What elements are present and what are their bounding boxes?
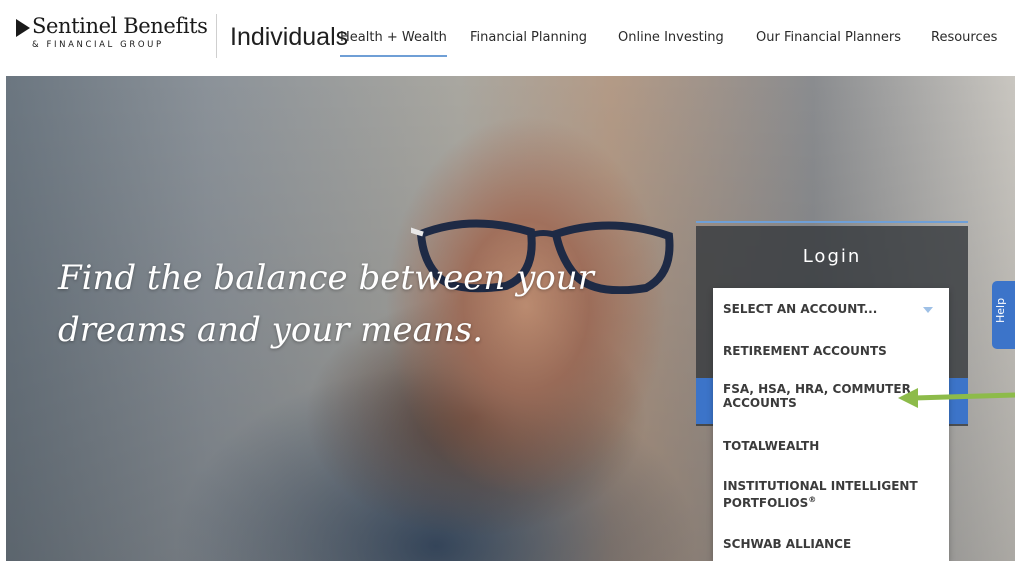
option-label: TOTALWEALTH: [723, 439, 820, 453]
option-label: RETIREMENT ACCOUNTS: [723, 344, 887, 358]
option-institutional-intelligent-portfolios[interactable]: INSTITUTIONAL INTELLIGENT PORTFOLIOS®: [713, 476, 949, 530]
logo-triangle-icon: [16, 19, 30, 37]
account-select[interactable]: SELECT AN ACCOUNT...: [713, 288, 949, 330]
option-totalwealth[interactable]: TOTALWEALTH: [713, 434, 949, 476]
sentinel-logo[interactable]: Sentinel Benefits & FINANCIAL GROUP: [12, 14, 217, 62]
logo-divider: [216, 14, 217, 58]
option-label: SCHWAB ALLIANCE: [723, 537, 852, 551]
help-tab[interactable]: Help: [992, 281, 1015, 349]
option-schwab-alliance[interactable]: SCHWAB ALLIANCE: [713, 530, 949, 561]
account-select-placeholder: SELECT AN ACCOUNT...: [723, 302, 878, 316]
account-select-dropdown[interactable]: SELECT AN ACCOUNT... RETIREMENT ACCOUNTS…: [713, 288, 949, 561]
nav-our-financial-planners[interactable]: Our Financial Planners: [756, 30, 901, 55]
arrow-left-icon: [898, 388, 1015, 408]
option-retirement-accounts[interactable]: RETIREMENT ACCOUNTS: [713, 330, 949, 376]
nav-financial-planning[interactable]: Financial Planning: [470, 30, 587, 55]
logo-name: Sentinel Benefits: [32, 14, 208, 38]
registered-mark: ®: [808, 495, 817, 504]
option-label: INSTITUTIONAL INTELLIGENT PORTFOLIOS®: [723, 479, 928, 510]
logo-subname: & FINANCIAL GROUP: [32, 40, 164, 50]
nav-resources[interactable]: Resources: [931, 30, 997, 55]
nav-health-wealth[interactable]: Health + Wealth: [340, 30, 447, 57]
login-title: Login: [802, 246, 862, 267]
help-label: Help: [994, 297, 1007, 323]
hero-headline: Find the balance between your dreams and…: [58, 258, 594, 350]
login-top-accent: [696, 221, 968, 223]
caret-down-icon: [923, 307, 933, 313]
nav-online-investing[interactable]: Online Investing: [618, 30, 724, 55]
option-label-text: INSTITUTIONAL INTELLIGENT PORTFOLIOS: [723, 479, 918, 510]
section-title[interactable]: Individuals: [230, 23, 348, 52]
site-header: Sentinel Benefits & FINANCIAL GROUP Indi…: [0, 0, 1015, 76]
